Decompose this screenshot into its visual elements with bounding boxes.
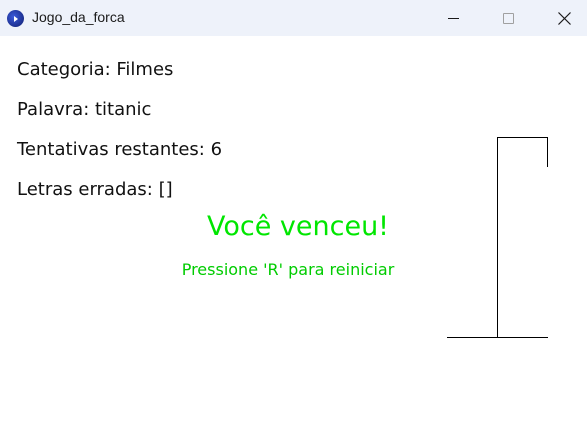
maximize-icon <box>502 12 514 24</box>
close-button[interactable] <box>541 0 587 36</box>
game-canvas[interactable]: Categoria: Filmes Palavra: titanic Tenta… <box>0 36 587 427</box>
minimize-button[interactable] <box>430 0 476 36</box>
minimize-icon <box>447 17 459 19</box>
window-title: Jogo_da_forca <box>32 9 125 25</box>
close-icon <box>557 11 571 25</box>
gallows-drawing <box>447 137 548 338</box>
app-icon <box>7 10 24 27</box>
maximize-button[interactable] <box>485 0 531 36</box>
title-bar: Jogo_da_forca <box>0 0 587 36</box>
